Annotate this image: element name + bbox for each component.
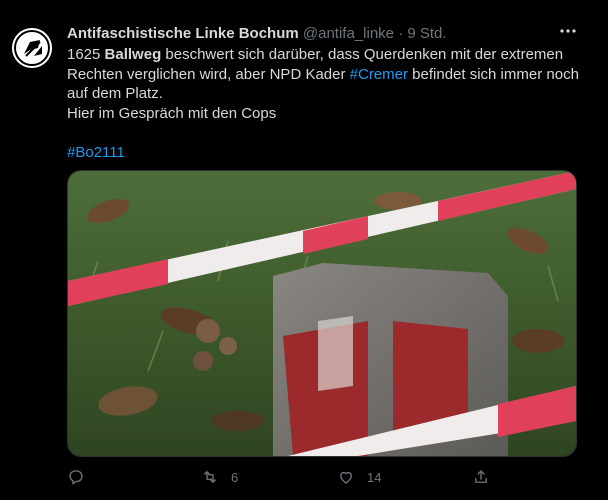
tweet[interactable]: Antifaschistische Linke Bochum @antifa_l…: [0, 0, 608, 500]
more-icon: [560, 29, 576, 33]
more-options-button[interactable]: [558, 22, 578, 42]
share-button[interactable]: [472, 466, 490, 488]
tweet-actions: 6 14: [67, 466, 567, 488]
photo-illustration: [68, 171, 576, 456]
like-icon: [340, 471, 352, 484]
separator-dot: ·: [398, 25, 404, 42]
tweet-photo[interactable]: [67, 170, 577, 457]
like-button[interactable]: 14: [337, 466, 381, 488]
reply-button[interactable]: [67, 466, 97, 488]
tweet-header: Antifaschistische Linke Bochum @antifa_l…: [67, 24, 567, 44]
retweet-count: 6: [231, 469, 239, 485]
retweet-icon: [204, 471, 216, 483]
author-name[interactable]: Antifaschistische Linke Bochum: [67, 25, 299, 42]
tweet-paragraph-1: 1625 Ballweg beschwert sich darüber, das…: [67, 45, 582, 104]
text-bold-name: Ballweg: [104, 46, 162, 63]
timestamp[interactable]: 9 Std.: [407, 25, 446, 42]
antifa-flag-avatar-icon: [12, 28, 52, 68]
reply-icon: [69, 470, 83, 485]
hashtag-cremer-link[interactable]: #Cremer: [350, 66, 408, 83]
hashtag-bo2111-link[interactable]: #Bo2111: [67, 143, 582, 163]
share-icon: [475, 470, 487, 483]
author-handle[interactable]: @antifa_linke: [303, 25, 394, 42]
tweet-paragraph-2: Hier im Gespräch mit den Cops: [67, 104, 277, 122]
text-prefix: 1625: [67, 46, 105, 63]
retweet-button[interactable]: 6: [201, 466, 238, 488]
tweet-text: 1625 Ballweg beschwert sich darüber, das…: [67, 45, 582, 162]
like-count: 14: [367, 469, 382, 485]
avatar[interactable]: [12, 28, 52, 68]
